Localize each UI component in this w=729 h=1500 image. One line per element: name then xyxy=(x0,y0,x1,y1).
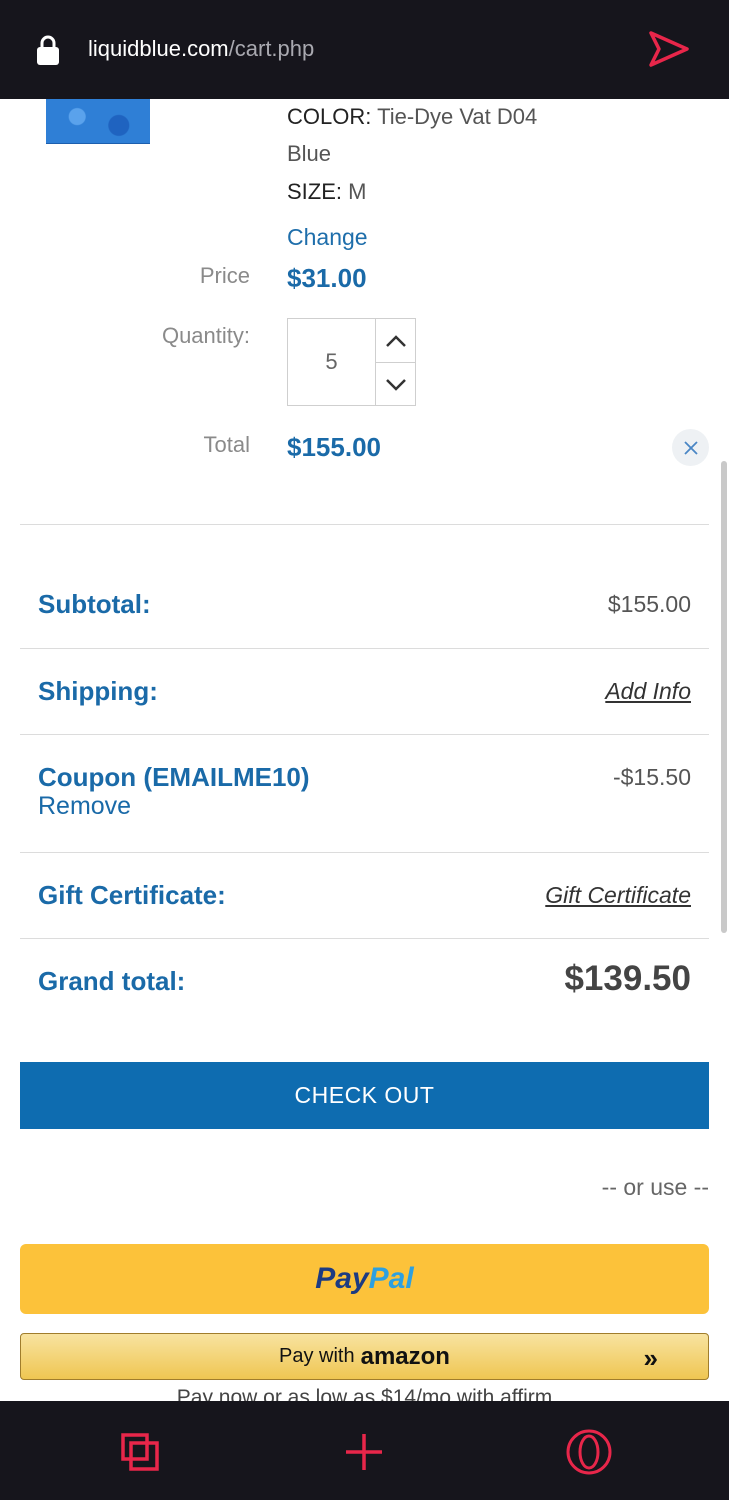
shipping-add-info-link[interactable]: Add Info xyxy=(605,678,691,705)
grand-total-label: Grand total: xyxy=(38,966,186,996)
coupon-remove-link[interactable]: Remove xyxy=(38,792,131,821)
url-domain: liquidblue.com xyxy=(88,36,229,61)
quantity-increase-button[interactable] xyxy=(376,319,416,362)
plus-icon[interactable] xyxy=(339,1427,389,1477)
gift-certificate-label: Gift Certificate: xyxy=(38,880,226,910)
paypal-button[interactable]: Pay Pal xyxy=(20,1244,709,1314)
divider xyxy=(20,938,709,939)
grand-total-value: $139.50 xyxy=(564,959,691,998)
paypal-logo-pal: Pal xyxy=(368,1262,414,1295)
quantity-stepper: 5 xyxy=(287,318,416,406)
coupon-value: -$15.50 xyxy=(612,764,691,790)
checkout-button[interactable]: CHECK OUT xyxy=(20,1062,709,1129)
tabs-icon[interactable] xyxy=(115,1427,165,1477)
item-color: COLOR: Tie-Dye Vat D04 xyxy=(287,104,537,130)
quantity-label: Quantity: xyxy=(161,323,250,348)
color-value-line2: Blue xyxy=(287,141,332,166)
price-value: $31.00 xyxy=(287,263,367,293)
item-size: SIZE: M xyxy=(287,179,366,205)
double-chevron-icon: » xyxy=(643,1343,658,1373)
scrollbar[interactable] xyxy=(721,461,727,933)
lock-icon xyxy=(37,35,59,65)
subtotal-label: Subtotal: xyxy=(38,589,151,619)
chevron-down-icon xyxy=(386,378,406,391)
cart-page: COLOR: Tie-Dye Vat D04 Blue SIZE: M Chan… xyxy=(0,99,729,1401)
amazon-logo: amazon xyxy=(360,1342,450,1370)
remove-item-button[interactable] xyxy=(672,429,709,466)
total-label: Total xyxy=(203,432,250,457)
size-label: SIZE: xyxy=(287,179,343,204)
chevron-up-icon xyxy=(386,334,406,347)
color-value-line2-wrap: Blue xyxy=(287,141,331,167)
or-use-text: -- or use -- xyxy=(601,1174,709,1200)
size-value: M xyxy=(348,179,367,204)
quantity-decrease-button[interactable] xyxy=(376,363,416,406)
browser-address-bar: liquidblue.com/cart.php xyxy=(0,0,729,99)
amazon-pay-button[interactable]: Pay with amazon » xyxy=(20,1333,709,1380)
send-icon[interactable] xyxy=(648,30,690,68)
price-label: Price xyxy=(199,263,250,288)
gift-certificate-link[interactable]: Gift Certificate xyxy=(545,882,691,909)
color-value: Tie-Dye Vat D04 xyxy=(377,104,538,129)
affirm-text[interactable]: Pay now or as low as $14/mo with affirm xyxy=(0,1386,729,1401)
divider xyxy=(20,734,709,735)
close-icon xyxy=(683,440,698,455)
paypal-logo-pay: Pay xyxy=(315,1262,369,1295)
change-link[interactable]: Change xyxy=(287,224,368,251)
divider xyxy=(20,524,709,525)
quantity-input[interactable]: 5 xyxy=(288,319,375,405)
divider xyxy=(20,852,709,853)
coupon-label: Coupon (EMAILME10) xyxy=(38,762,310,792)
subtotal-value: $155.00 xyxy=(607,591,691,617)
opera-menu-icon[interactable] xyxy=(564,1427,614,1477)
browser-bottom-bar xyxy=(0,1401,729,1500)
product-thumbnail[interactable] xyxy=(46,99,150,144)
url-field[interactable]: liquidblue.com/cart.php xyxy=(88,36,314,62)
divider xyxy=(20,648,709,649)
amazon-pay-prefix: Pay with xyxy=(279,1345,355,1367)
url-path: /cart.php xyxy=(228,36,315,61)
shipping-label: Shipping: xyxy=(38,676,158,706)
color-label: COLOR: xyxy=(287,104,372,129)
total-value: $155.00 xyxy=(287,432,381,462)
